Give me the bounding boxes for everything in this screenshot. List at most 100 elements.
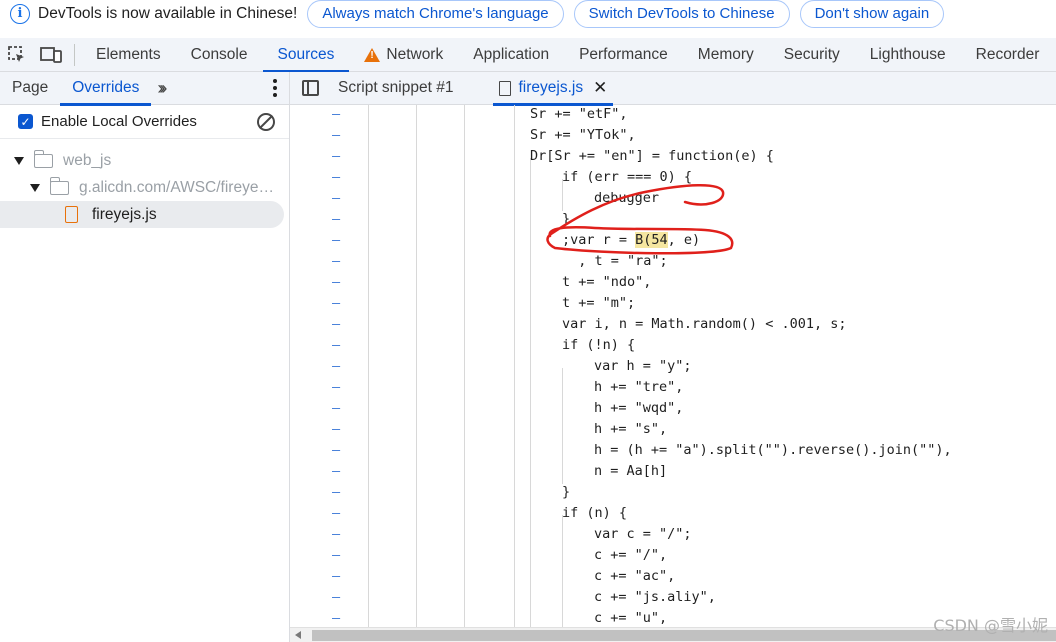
breakpoint-gutter-marker[interactable]: – [332,398,340,419]
code-line[interactable]: – h += "wqd", [290,398,1056,419]
tab-network[interactable]: Network [349,38,458,72]
close-tab-icon[interactable]: ✕ [593,78,607,98]
tab-console[interactable]: Console [176,38,263,72]
tree-file-fireyejs[interactable]: fireyejs.js [0,201,284,228]
editor-tabbar: Script snippet #1 fireyejs.js ✕ [290,72,1056,106]
enable-overrides-label: Enable Local Overrides [41,113,197,130]
code-line-text: var c = "/"; [594,526,692,542]
device-toolbar-icon[interactable] [34,38,68,72]
code-line-text: var h = "y"; [594,358,692,374]
red-annotation-circle [546,184,734,255]
code-line[interactable]: – c += "/", [290,545,1056,566]
tab-performance[interactable]: Performance [564,38,683,72]
scroll-left-icon[interactable] [295,631,301,639]
code-line[interactable]: – var h = "y"; [290,356,1056,377]
breakpoint-gutter-marker[interactable]: – [332,524,340,545]
expand-triangle-icon[interactable] [30,183,40,192]
tree-folder-alicdn[interactable]: g.alicdn.com/AWSC/fireye… [0,174,289,201]
clear-overrides-icon[interactable] [257,112,275,131]
tab-overrides[interactable]: Overrides [60,72,152,106]
breakpoint-gutter-marker[interactable]: – [332,188,340,209]
breakpoint-gutter-marker[interactable]: – [332,377,340,398]
breakpoint-gutter-marker[interactable]: – [332,167,340,188]
tab-fireyejs[interactable]: fireyejs.js ✕ [493,72,614,106]
tab-security[interactable]: Security [769,38,855,72]
breakpoint-gutter-marker[interactable]: – [332,146,340,167]
tab-memory[interactable]: Memory [683,38,769,72]
breakpoint-gutter-marker[interactable]: – [332,440,340,461]
more-options-icon[interactable] [273,79,277,97]
code-line[interactable]: – t += "m"; [290,293,1056,314]
breakpoint-gutter-marker[interactable]: – [332,461,340,482]
code-line-text: c += "ac", [594,568,676,584]
more-tabs-chevron-icon[interactable]: ››› [151,78,169,99]
code-line[interactable]: – Dr[Sr += "en"] = function(e) { [290,146,1056,167]
enable-overrides-row: ✓ Enable Local Overrides [0,105,289,139]
switch-to-chinese-button[interactable]: Switch DevTools to Chinese [573,0,790,28]
tab-application[interactable]: Application [458,38,564,72]
breakpoint-gutter-marker[interactable]: – [332,105,340,125]
enable-overrides-checkbox[interactable]: ✓ [18,114,33,129]
tab-sources[interactable]: Sources [262,38,350,73]
code-editor-pane: Script snippet #1 fireyejs.js ✕ – Sr += "… [290,72,1056,642]
navigator-tabbar: Page Overrides ››› [0,72,289,106]
code-line-text: } [562,484,571,500]
code-line-text: n = Aa[h] [594,463,668,479]
code-line[interactable]: – if (n) { [290,503,1056,524]
tab-elements[interactable]: Elements [81,38,176,72]
warning-icon [364,47,381,62]
breakpoint-gutter-marker[interactable]: – [332,209,340,230]
code-line[interactable]: – h = (h += "a").split("").reverse().join… [290,440,1056,461]
tab-network-label: Network [386,45,444,63]
code-line[interactable]: – t += "ndo", [290,272,1056,293]
code-line[interactable]: – h += "s", [290,419,1056,440]
code-line[interactable]: – h += "tre", [290,377,1056,398]
folder-label: g.alicdn.com/AWSC/fireye… [79,178,274,196]
code-line-text: c += "/", [594,547,668,563]
code-line-text: Sr += "etF", [530,106,628,122]
code-line[interactable]: – if (!n) { [290,335,1056,356]
breakpoint-gutter-marker[interactable]: – [332,482,340,503]
code-line-text: c += "js.aliy", [594,589,716,605]
code-line-text: t += "ndo", [562,274,652,290]
inspect-element-icon[interactable] [0,38,34,72]
tab-page[interactable]: Page [0,72,60,105]
breakpoint-gutter-marker[interactable]: – [332,566,340,587]
code-line[interactable]: – var c = "/"; [290,524,1056,545]
code-line[interactable]: – Sr += "YTok", [290,125,1056,146]
breakpoint-gutter-marker[interactable]: – [332,251,340,272]
code-line-text: h += "tre", [594,379,684,395]
document-icon [499,80,512,96]
breakpoint-gutter-marker[interactable]: – [332,230,340,251]
file-label: fireyejs.js [92,205,157,223]
breakpoint-gutter-marker[interactable]: – [332,503,340,524]
breakpoint-gutter-marker[interactable]: – [332,314,340,335]
dont-show-again-button[interactable]: Don't show again [799,0,945,28]
breakpoint-gutter-marker[interactable]: – [332,608,340,627]
code-line-text: var i, n = Math.random() < .001, s; [562,316,847,332]
code-line-text: t += "m"; [562,295,636,311]
breakpoint-gutter-marker[interactable]: – [332,356,340,377]
breakpoint-gutter-marker[interactable]: – [332,419,340,440]
code-line[interactable]: – c += "ac", [290,566,1056,587]
code-line[interactable]: – var i, n = Math.random() < .001, s; [290,314,1056,335]
breakpoint-gutter-marker[interactable]: – [332,125,340,146]
tab-script-snippet[interactable]: Script snippet #1 [332,72,459,105]
breakpoint-gutter-marker[interactable]: – [332,545,340,566]
info-icon: i [10,3,30,24]
folder-icon [33,149,53,168]
match-chrome-language-button[interactable]: Always match Chrome's language [307,0,564,28]
toggle-navigator-icon[interactable] [290,72,330,105]
tree-folder-web-js[interactable]: web_js [0,147,289,174]
breakpoint-gutter-marker[interactable]: – [332,335,340,356]
code-line[interactable]: – n = Aa[h] [290,461,1056,482]
breakpoint-gutter-marker[interactable]: – [332,587,340,608]
code-line[interactable]: –} [290,482,1056,503]
code-line[interactable]: – Sr += "etF", [290,105,1056,125]
breakpoint-gutter-marker[interactable]: – [332,293,340,314]
expand-triangle-icon[interactable] [14,156,24,165]
tab-lighthouse[interactable]: Lighthouse [855,38,961,72]
breakpoint-gutter-marker[interactable]: – [332,272,340,293]
code-line[interactable]: – c += "js.aliy", [290,587,1056,608]
tab-recorder[interactable]: Recorder [961,38,1055,72]
